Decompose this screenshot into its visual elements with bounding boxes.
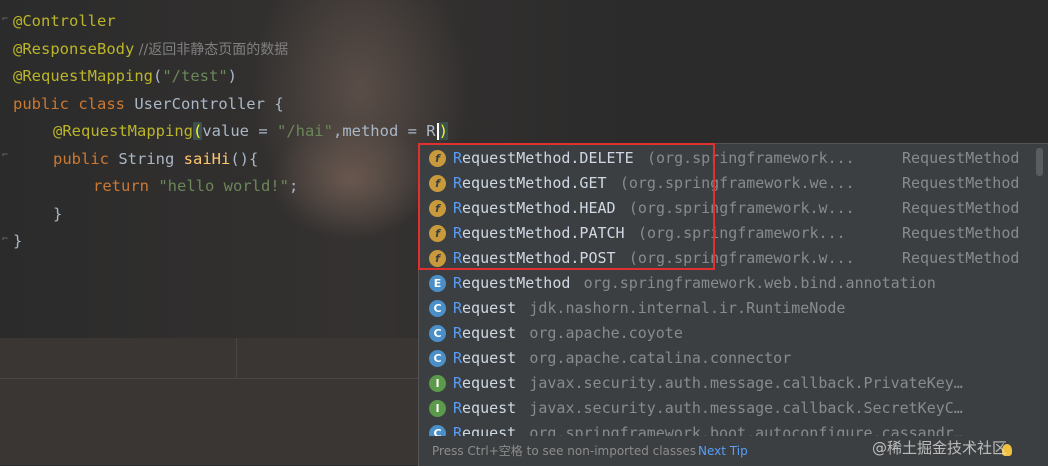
completion-item-type: RequestMethod <box>902 174 1020 192</box>
completion-item-type: RequestMethod <box>902 249 1020 267</box>
class-icon: C <box>429 325 446 342</box>
completion-item[interactable]: E RequestMethod org.springframework.web.bi… <box>419 271 1048 296</box>
completion-item-package: (org.springframework... <box>637 224 846 242</box>
completion-item-package: jdk.nashorn.internal.ir.RuntimeNode <box>529 299 846 317</box>
fold-marker-icon[interactable]: ⌐ <box>2 150 10 162</box>
completion-item-type: RequestMethod <box>902 149 1020 167</box>
completion-item-name: Request <box>453 299 517 317</box>
completion-item[interactable]: f RequestMethod.HEAD (org.springframework.… <box>419 196 1048 221</box>
code-line-5: @RequestMapping(value = "/hai",method = … <box>53 122 448 140</box>
field-icon: f <box>429 175 446 192</box>
fold-marker-icon[interactable]: ⌐ <box>2 234 10 246</box>
code-line-3: @RequestMapping("/test") <box>13 67 237 85</box>
completion-item-package: org.apache.catalina.connector <box>529 349 792 367</box>
completion-item-package: org.apache.coyote <box>529 324 683 342</box>
field-icon: f <box>429 150 446 167</box>
completion-item-name: RequestMethod.GET <box>453 174 607 192</box>
popup-scrollbar[interactable] <box>1036 148 1043 176</box>
completion-item-name: RequestMethod.HEAD <box>453 199 616 217</box>
enum-icon: E <box>429 275 446 292</box>
completion-item-package: javax.security.auth.message.callback.Sec… <box>529 399 963 417</box>
interface-icon: I <box>429 400 446 417</box>
completion-item-package: (org.springframework.we... <box>619 174 855 192</box>
class-icon: C <box>429 350 446 367</box>
code-line-9: } <box>13 232 23 250</box>
completion-item-name: Request <box>453 349 517 367</box>
completion-item-package: (org.springframework.w... <box>628 199 855 217</box>
watermark: @稀土掘金技术社区 <box>872 439 1008 457</box>
class-icon: C <box>429 300 446 317</box>
completion-item-name: RequestMethod.POST <box>453 249 616 267</box>
code-line-1: @Controller <box>13 12 116 30</box>
completion-item-type: RequestMethod <box>902 224 1020 242</box>
code-line-7: return "hello world!"; <box>93 177 299 195</box>
code-line-6: public String saiHi(){ <box>53 150 259 168</box>
interface-icon: I <box>429 375 446 392</box>
completion-item-package: javax.security.auth.message.callback.Pri… <box>529 374 963 392</box>
field-icon: f <box>429 225 446 242</box>
fold-marker-icon[interactable]: ⌐ <box>2 14 10 26</box>
completion-item-name: Request <box>453 399 517 417</box>
code-line-4: public class UserController { <box>13 95 284 113</box>
completion-item[interactable]: C Request org.apache.coyote <box>419 321 1048 346</box>
completion-item[interactable]: C Request jdk.nashorn.internal.ir.RuntimeN… <box>419 296 1048 321</box>
completion-hint: Press Ctrl+空格 to see non-imported classe… <box>432 444 697 458</box>
completion-popup[interactable]: f RequestMethod.DELETE (org.springframewor… <box>418 143 1048 466</box>
field-icon: f <box>429 200 446 217</box>
field-icon: f <box>429 250 446 267</box>
completion-item-name: RequestMethod.PATCH <box>453 224 625 242</box>
completion-item[interactable]: f RequestMethod.PATCH (org.springframework… <box>419 221 1048 246</box>
completion-item[interactable]: f RequestMethod.GET (org.springframework.w… <box>419 171 1048 196</box>
code-line-2: @ResponseBody //返回非静态页面的数据 <box>13 40 289 58</box>
completion-item-name: RequestMethod <box>453 274 571 292</box>
completion-item[interactable]: f RequestMethod.POST (org.springframework.… <box>419 246 1048 271</box>
completion-item-type: RequestMethod <box>902 199 1020 217</box>
completion-item-name: Request <box>453 374 517 392</box>
completion-item-package: (org.springframework.w... <box>628 249 855 267</box>
completion-item[interactable]: I Request javax.security.auth.message.call… <box>419 396 1048 421</box>
completion-item-name: Request <box>453 324 517 342</box>
completion-item[interactable]: C Request org.apache.catalina.connector <box>419 346 1048 371</box>
completion-item-name: RequestMethod.DELETE <box>453 149 634 167</box>
completion-item[interactable]: f RequestMethod.DELETE (org.springframewor… <box>419 146 1048 171</box>
completion-item-package: org.springframework.web.bind.annotation <box>583 274 936 292</box>
code-line-8: } <box>53 205 63 223</box>
completion-item[interactable]: I Request javax.security.auth.message.call… <box>419 371 1048 396</box>
completion-item-package: (org.springframework... <box>647 149 855 167</box>
next-tip-link[interactable]: Next Tip <box>698 436 748 466</box>
